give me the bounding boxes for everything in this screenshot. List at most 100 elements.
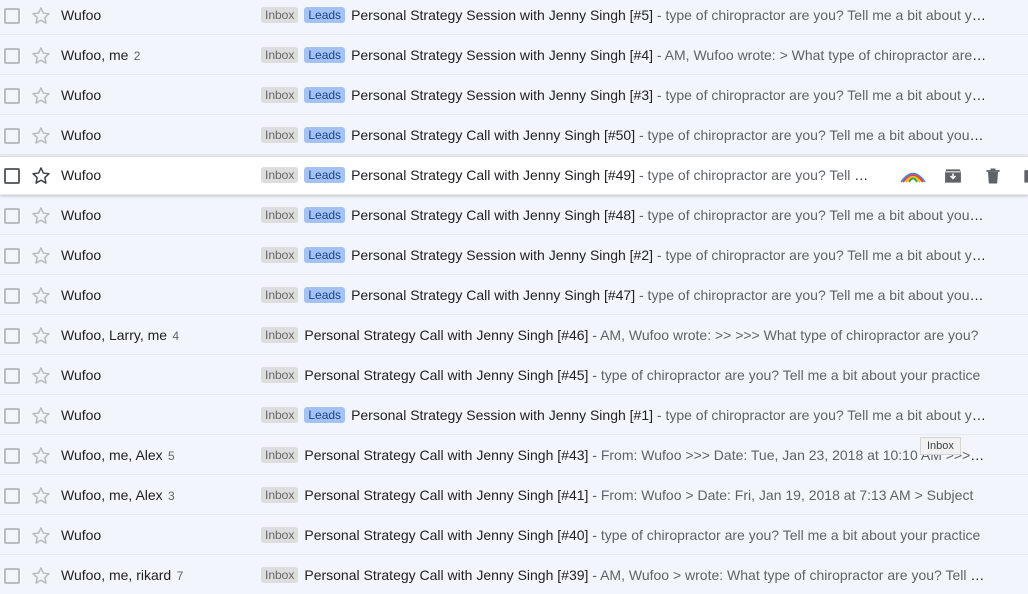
sender-name: Wufoo bbox=[61, 286, 101, 304]
star-icon[interactable] bbox=[30, 245, 52, 267]
label-inbox[interactable]: Inbox bbox=[261, 327, 299, 343]
email-row[interactable]: Wufoo Inbox Leads Personal Strategy Session… bbox=[0, 236, 1028, 275]
email-snippet: - type of chiropractor are you? Tell me … bbox=[588, 367, 981, 383]
sender-name: Wufoo bbox=[61, 86, 101, 104]
email-row[interactable]: Wufoo Inbox Personal Strategy Call with Je… bbox=[0, 356, 1028, 395]
label-leads[interactable]: Leads bbox=[304, 127, 346, 143]
email-row[interactable]: Wufoo Inbox Leads Personal Strategy Session… bbox=[0, 76, 1028, 115]
select-checkbox[interactable] bbox=[4, 488, 20, 504]
sender-text: Wufoo bbox=[61, 287, 102, 303]
email-row[interactable]: Wufoo, me, Alex 3 Inbox Personal Strategy … bbox=[0, 476, 1028, 515]
star-icon[interactable] bbox=[30, 565, 52, 587]
star-icon[interactable] bbox=[30, 445, 52, 467]
sender-text: Wufoo bbox=[61, 367, 102, 383]
star-icon[interactable] bbox=[30, 165, 52, 187]
star-icon[interactable] bbox=[30, 205, 52, 227]
message-preview: Inbox Leads Personal Strategy Call with Je… bbox=[261, 125, 988, 145]
email-snippet: - AM, Wufoo wrote: > What type of chirop… bbox=[653, 47, 988, 63]
sender-text: Wufoo bbox=[61, 7, 102, 23]
star-icon[interactable] bbox=[30, 525, 52, 547]
label-inbox[interactable]: Inbox bbox=[261, 247, 299, 263]
email-row[interactable]: Wufoo Inbox Leads Personal Strategy Call wi… bbox=[0, 156, 1028, 195]
message-preview: Inbox Leads Personal Strategy Call with Je… bbox=[261, 205, 988, 225]
select-checkbox[interactable] bbox=[4, 128, 20, 144]
label-inbox[interactable]: Inbox bbox=[261, 367, 299, 383]
label-leads[interactable]: Leads bbox=[304, 287, 346, 303]
select-checkbox[interactable] bbox=[4, 168, 20, 184]
select-checkbox[interactable] bbox=[4, 328, 20, 344]
star-icon[interactable] bbox=[30, 325, 52, 347]
label-inbox[interactable]: Inbox bbox=[261, 487, 299, 503]
label-leads[interactable]: Leads bbox=[304, 87, 346, 103]
sender-text: Wufoo bbox=[61, 527, 102, 543]
star-icon[interactable] bbox=[30, 5, 52, 27]
email-row[interactable]: Wufoo, me 2 Inbox Leads Personal Strategy S… bbox=[0, 36, 1028, 75]
select-checkbox[interactable] bbox=[4, 448, 20, 464]
email-row[interactable]: Wufoo Inbox Personal Strategy Call with Je… bbox=[0, 516, 1028, 555]
label-inbox[interactable]: Inbox bbox=[261, 447, 299, 463]
sender-text: Wufoo, me, Alex bbox=[61, 487, 163, 503]
delete-icon[interactable] bbox=[980, 163, 1006, 189]
select-checkbox[interactable] bbox=[4, 288, 20, 304]
email-row[interactable]: Wufoo, me, rikard 7 Inbox Personal Strateg… bbox=[0, 556, 1028, 594]
sender-text: Wufoo bbox=[61, 167, 102, 183]
email-subject: Personal Strategy Session with Jenny Sin… bbox=[351, 407, 654, 423]
select-checkbox[interactable] bbox=[4, 48, 20, 64]
sender-name: Wufoo bbox=[61, 246, 101, 264]
select-checkbox[interactable] bbox=[4, 8, 20, 24]
thread-count: 5 bbox=[164, 449, 175, 463]
rainbow-addon-icon[interactable] bbox=[900, 163, 926, 189]
star-icon[interactable] bbox=[30, 85, 52, 107]
label-inbox[interactable]: Inbox bbox=[261, 407, 299, 423]
archive-icon[interactable] bbox=[940, 163, 966, 189]
label-inbox[interactable]: Inbox bbox=[261, 567, 299, 583]
label-inbox[interactable]: Inbox bbox=[261, 287, 299, 303]
label-inbox[interactable]: Inbox bbox=[261, 127, 299, 143]
label-inbox[interactable]: Inbox bbox=[261, 207, 299, 223]
message-preview: Inbox Leads Personal Strategy Session with… bbox=[261, 5, 988, 25]
email-subject: Personal Strategy Call with Jenny Singh … bbox=[351, 287, 636, 303]
sender-text: Wufoo, me, Alex bbox=[61, 447, 163, 463]
star-icon[interactable] bbox=[30, 405, 52, 427]
select-checkbox[interactable] bbox=[4, 408, 20, 424]
email-row[interactable]: Wufoo Inbox Leads Personal Strategy Session… bbox=[0, 396, 1028, 435]
label-leads[interactable]: Leads bbox=[304, 167, 346, 183]
label-leads[interactable]: Leads bbox=[304, 7, 346, 23]
mark-read-icon[interactable] bbox=[1018, 163, 1028, 189]
email-row[interactable]: Wufoo Inbox Leads Personal Strategy Call wi… bbox=[0, 276, 1028, 315]
message-preview: Inbox Personal Strategy Call with Jenny S… bbox=[261, 365, 988, 385]
email-row[interactable]: Wufoo Inbox Leads Personal Strategy Call wi… bbox=[0, 196, 1028, 235]
label-leads[interactable]: Leads bbox=[304, 407, 346, 423]
email-snippet: - AM, Wufoo > wrote: What type of chirop… bbox=[588, 567, 988, 583]
email-row[interactable]: Wufoo Inbox Leads Personal Strategy Call wi… bbox=[0, 116, 1028, 155]
sender-name: Wufoo, me, rikard 7 bbox=[61, 566, 183, 585]
label-leads[interactable]: Leads bbox=[304, 207, 346, 223]
label-leads[interactable]: Leads bbox=[304, 247, 346, 263]
email-subject: Personal Strategy Call with Jenny Singh … bbox=[304, 567, 589, 583]
label-leads[interactable]: Leads bbox=[304, 47, 346, 63]
email-snippet: - type of chiropractor are you? Tell me … bbox=[638, 167, 877, 183]
select-checkbox[interactable] bbox=[4, 88, 20, 104]
star-icon[interactable] bbox=[30, 125, 52, 147]
select-checkbox[interactable] bbox=[4, 528, 20, 544]
label-inbox[interactable]: Inbox bbox=[261, 7, 299, 23]
star-icon[interactable] bbox=[30, 45, 52, 67]
label-inbox[interactable]: Inbox bbox=[261, 47, 299, 63]
select-checkbox[interactable] bbox=[4, 568, 20, 584]
star-icon[interactable] bbox=[30, 365, 52, 387]
label-inbox[interactable]: Inbox bbox=[261, 167, 299, 183]
star-icon[interactable] bbox=[30, 285, 52, 307]
message-preview: Inbox Leads Personal Strategy Session with… bbox=[261, 405, 988, 425]
email-snippet: - type of chiropractor are you? Tell me … bbox=[656, 7, 988, 23]
thread-count: 3 bbox=[164, 489, 175, 503]
label-inbox[interactable]: Inbox bbox=[261, 87, 299, 103]
email-row[interactable]: Wufoo Inbox Leads Personal Strategy Session… bbox=[0, 0, 1028, 35]
star-icon[interactable] bbox=[30, 485, 52, 507]
select-checkbox[interactable] bbox=[4, 248, 20, 264]
select-checkbox[interactable] bbox=[4, 208, 20, 224]
select-checkbox[interactable] bbox=[4, 368, 20, 384]
message-preview: Inbox Personal Strategy Call with Jenny S… bbox=[261, 525, 988, 545]
email-row[interactable]: Wufoo, Larry, me 4 Inbox Personal Strategy… bbox=[0, 316, 1028, 355]
email-row[interactable]: Wufoo, me, Alex 5 Inbox Personal Strategy … bbox=[0, 436, 1028, 475]
label-inbox[interactable]: Inbox bbox=[261, 527, 299, 543]
